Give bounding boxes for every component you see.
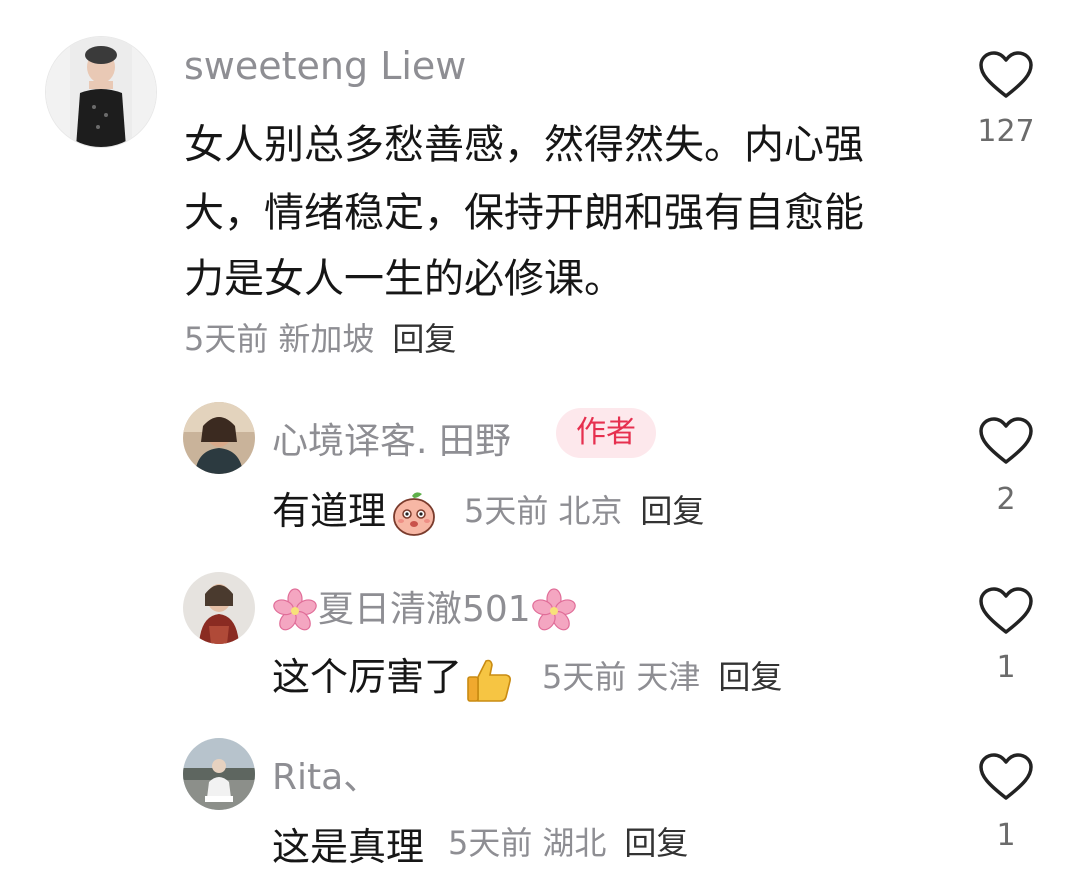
reply-username[interactable]: Rita、 [272,748,379,800]
avatar[interactable] [183,572,255,644]
avatar-image [183,402,255,474]
reply-meta: 5天前 天津 回复 [542,652,782,698]
reply-meta: 5天前 北京 回复 [464,486,704,532]
reply-username[interactable]: 心境译客. 田野 [272,412,511,464]
comment-location: 新加坡 [278,320,375,358]
like-heart-icon[interactable] [978,752,1034,802]
comment-text-line: 大，情绪稳定，保持开朗和强有自愈能 [184,190,864,236]
reply-button[interactable]: 回复 [640,492,704,530]
reply-button[interactable]: 回复 [624,824,688,862]
avatar-image [183,572,255,644]
like-count: 1 [996,818,1016,853]
avatar-image [46,37,156,147]
comment-username[interactable]: sweeteng Liew [184,44,466,88]
reply-username[interactable]: 夏日清澈501 [318,589,531,630]
comment-time: 5天前 [184,320,269,358]
comment-text-line: 力是女人一生的必修课。 [184,256,624,302]
cherry-blossom-icon [272,588,318,634]
reply-time: 5天前 [542,658,627,696]
reply-location: 湖北 [542,824,607,862]
like-count: 1 [996,650,1016,685]
reply-location: 北京 [558,492,623,530]
reply-button[interactable]: 回复 [392,320,456,358]
like-heart-icon[interactable] [978,50,1034,100]
thumbs-up-emoji-icon [464,655,514,705]
comment-meta: 5天前 新加坡 回复 [184,314,456,360]
avatar[interactable] [183,738,255,810]
like-heart-icon[interactable] [978,416,1034,466]
like-count: 127 [977,114,1035,149]
like-count: 2 [996,482,1016,517]
reply-time: 5天前 [448,824,533,862]
reply-button[interactable]: 回复 [718,658,782,696]
avatar-image [183,738,255,810]
reply-text: 这是真理 [272,825,425,869]
peach-face-emoji-icon [390,490,438,538]
reply-meta: 5天前 湖北 回复 [448,818,688,864]
avatar[interactable] [45,36,157,148]
cherry-blossom-icon [531,588,577,634]
reply-text: 这个厉害了 [272,655,463,699]
author-badge: 作者 [556,408,656,458]
avatar[interactable] [183,402,255,474]
reply-location: 天津 [636,658,701,696]
like-heart-icon[interactable] [978,586,1034,636]
reply-text-row: 这个厉害了 [272,646,514,705]
reply-text: 有道理 [272,489,387,533]
comment-text-line: 女人别总多愁善感，然得然失。内心强 [184,122,864,168]
reply-text-row: 有道理 [272,480,438,538]
reply-time: 5天前 [464,492,549,530]
reply-username-row[interactable]: 夏日清澈501 [272,580,577,634]
